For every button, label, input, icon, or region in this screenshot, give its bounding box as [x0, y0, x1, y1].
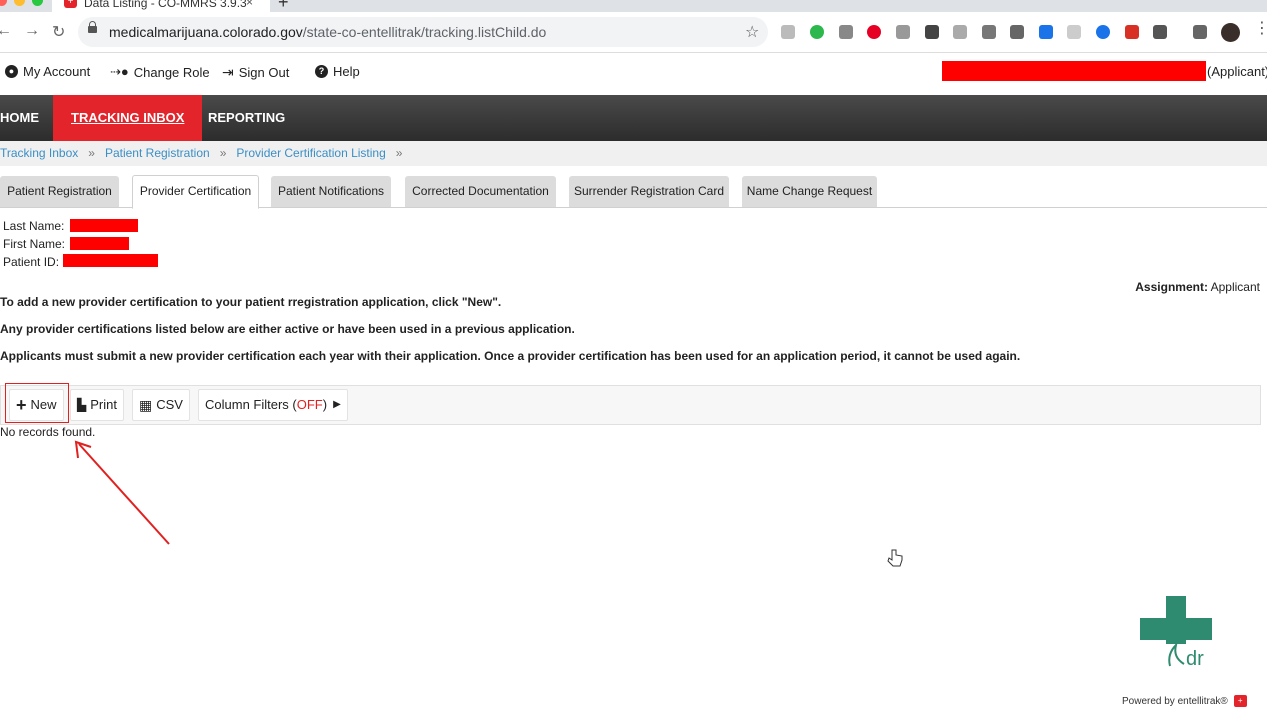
annotation-arrow: [78, 443, 170, 545]
annotation-layer: [74, 440, 903, 567]
powered-by-text: Powered by entellitrak®: [1122, 695, 1228, 707]
dr-logo: dr: [1140, 596, 1212, 668]
powered-by: Powered by entellitrak® +: [1122, 695, 1247, 707]
entellitrak-logo-icon: +: [1233, 695, 1247, 707]
logo-text: dr: [1186, 648, 1204, 668]
hand-cursor-icon: [887, 549, 903, 567]
